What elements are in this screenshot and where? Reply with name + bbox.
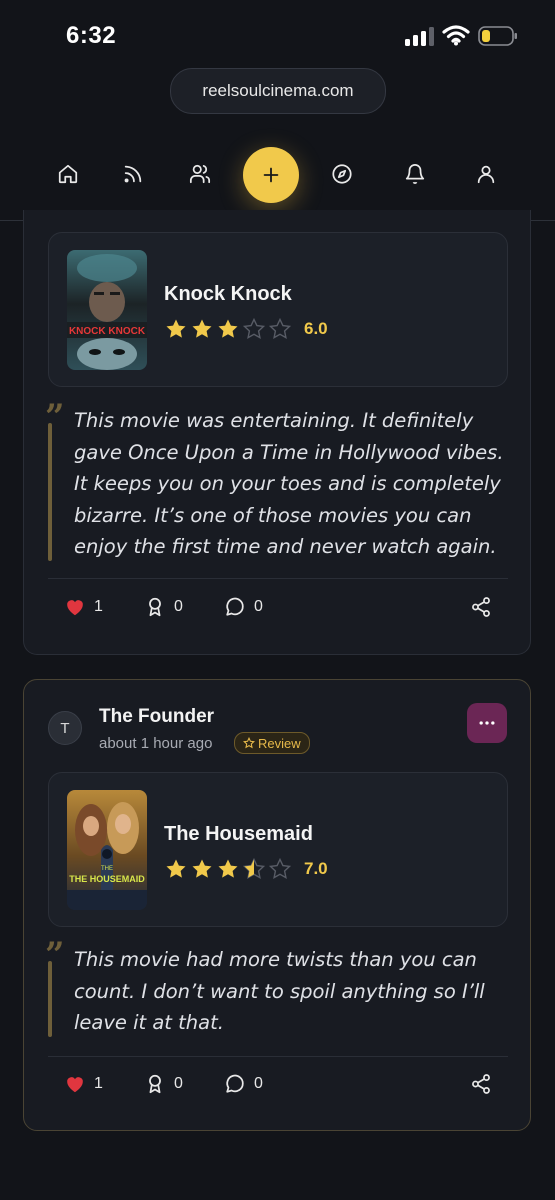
comment-button[interactable]: 0 <box>224 596 263 618</box>
nav-home[interactable] <box>46 152 90 196</box>
status-bar: 6:32 <box>0 0 555 70</box>
url-text: reelsoulcinema.com <box>202 81 354 100</box>
home-icon <box>58 164 78 184</box>
poster-title: KNOCK KNOCK <box>69 326 146 337</box>
share-icon <box>472 1074 490 1094</box>
comment-count: 0 <box>254 1075 263 1092</box>
movie-box[interactable]: THE THE HOUSEMAID The Housemaid 7.0 <box>48 772 508 927</box>
friends-icon <box>189 164 211 184</box>
post-actions: 1 0 0 <box>24 596 532 636</box>
star-filled-icon <box>192 319 212 338</box>
review-text: This movie had more twists than you can … <box>74 948 485 1034</box>
url-bar[interactable]: reelsoulcinema.com <box>170 68 386 114</box>
comment-icon <box>226 1074 244 1093</box>
award-count: 0 <box>174 598 183 615</box>
compass-icon <box>332 164 352 184</box>
comment-button[interactable]: 0 <box>224 1073 263 1095</box>
like-button[interactable]: 1 <box>64 596 103 618</box>
post-time: about 1 hour ago <box>99 735 213 752</box>
more-options-button[interactable] <box>467 703 507 743</box>
top-nav <box>0 138 555 221</box>
rating-value: 6.0 <box>304 319 328 338</box>
movie-title[interactable]: The Housemaid <box>164 823 313 846</box>
like-count: 1 <box>94 598 103 615</box>
award-button[interactable]: 0 <box>144 1073 183 1095</box>
divider <box>48 1056 508 1057</box>
cellular-signal-icon <box>405 27 434 46</box>
like-button[interactable]: 1 <box>64 1073 103 1095</box>
movie-title[interactable]: Knock Knock <box>164 283 292 306</box>
star-empty-icon <box>268 857 292 879</box>
review-text: This movie was entertaining. It definite… <box>74 409 504 558</box>
user-icon <box>477 165 495 184</box>
username[interactable]: The Founder <box>99 706 214 728</box>
movie-poster[interactable]: THE THE HOUSEMAID <box>67 790 147 910</box>
star-outline-icon <box>243 737 255 749</box>
award-icon <box>149 1074 161 1094</box>
award-icon <box>149 597 161 617</box>
star-filled-icon <box>166 859 186 878</box>
wifi-icon <box>442 25 470 46</box>
star-half-icon <box>242 857 266 879</box>
poster-image: KNOCK KNOCK <box>67 250 147 370</box>
heart-icon <box>67 1077 83 1093</box>
star-filled-icon <box>192 859 212 878</box>
nav-notifications[interactable] <box>393 152 437 196</box>
star-filled-icon <box>166 319 186 338</box>
feed-icon <box>124 165 142 183</box>
star-filled-icon <box>218 319 238 338</box>
movie-box[interactable]: KNOCK KNOCK Knock Knock 6.0 <box>48 232 508 387</box>
battery-icon <box>478 26 517 46</box>
star-rating: 6.0 <box>164 317 328 341</box>
divider <box>48 578 508 579</box>
more-horizontal-icon <box>479 721 495 725</box>
nav-profile[interactable] <box>464 152 508 196</box>
review-card: T The Founder about 1 hour ago Review TH… <box>23 679 531 1131</box>
star-empty-icon <box>268 317 292 339</box>
share-button[interactable] <box>470 596 492 623</box>
quote-bar <box>48 961 52 1037</box>
share-button[interactable] <box>470 1073 492 1100</box>
award-count: 0 <box>174 1075 183 1092</box>
status-time: 6:32 <box>66 22 117 49</box>
star-empty-icon <box>242 317 266 339</box>
like-count: 1 <box>94 1075 103 1092</box>
rating-value: 7.0 <box>304 859 328 878</box>
nav-friends[interactable] <box>178 152 222 196</box>
comment-count: 0 <box>254 598 263 615</box>
avatar-initial: T <box>60 719 70 737</box>
share-icon <box>472 597 490 617</box>
post-actions: 1 0 0 <box>24 1073 532 1113</box>
nav-feed[interactable] <box>111 152 155 196</box>
poster-title: THE HOUSEMAID <box>69 874 145 884</box>
comment-icon <box>226 597 244 616</box>
star-rating: 7.0 <box>164 857 328 881</box>
review-badge: Review <box>234 732 310 754</box>
badge-label: Review <box>258 735 301 751</box>
plus-icon <box>263 167 279 183</box>
add-post-button[interactable] <box>243 147 299 203</box>
poster-image: THE THE HOUSEMAID <box>67 790 147 910</box>
avatar[interactable]: T <box>48 711 82 745</box>
nav-explore[interactable] <box>320 152 364 196</box>
heart-icon <box>67 600 83 616</box>
quote-bar <box>48 423 52 561</box>
poster-title-top: THE <box>101 866 113 872</box>
review-card: KNOCK KNOCK Knock Knock 6.0 ” This movie… <box>23 210 531 655</box>
award-button[interactable]: 0 <box>144 596 183 618</box>
bell-icon <box>405 164 425 185</box>
star-filled-icon <box>218 859 238 878</box>
movie-poster[interactable]: KNOCK KNOCK <box>67 250 147 370</box>
